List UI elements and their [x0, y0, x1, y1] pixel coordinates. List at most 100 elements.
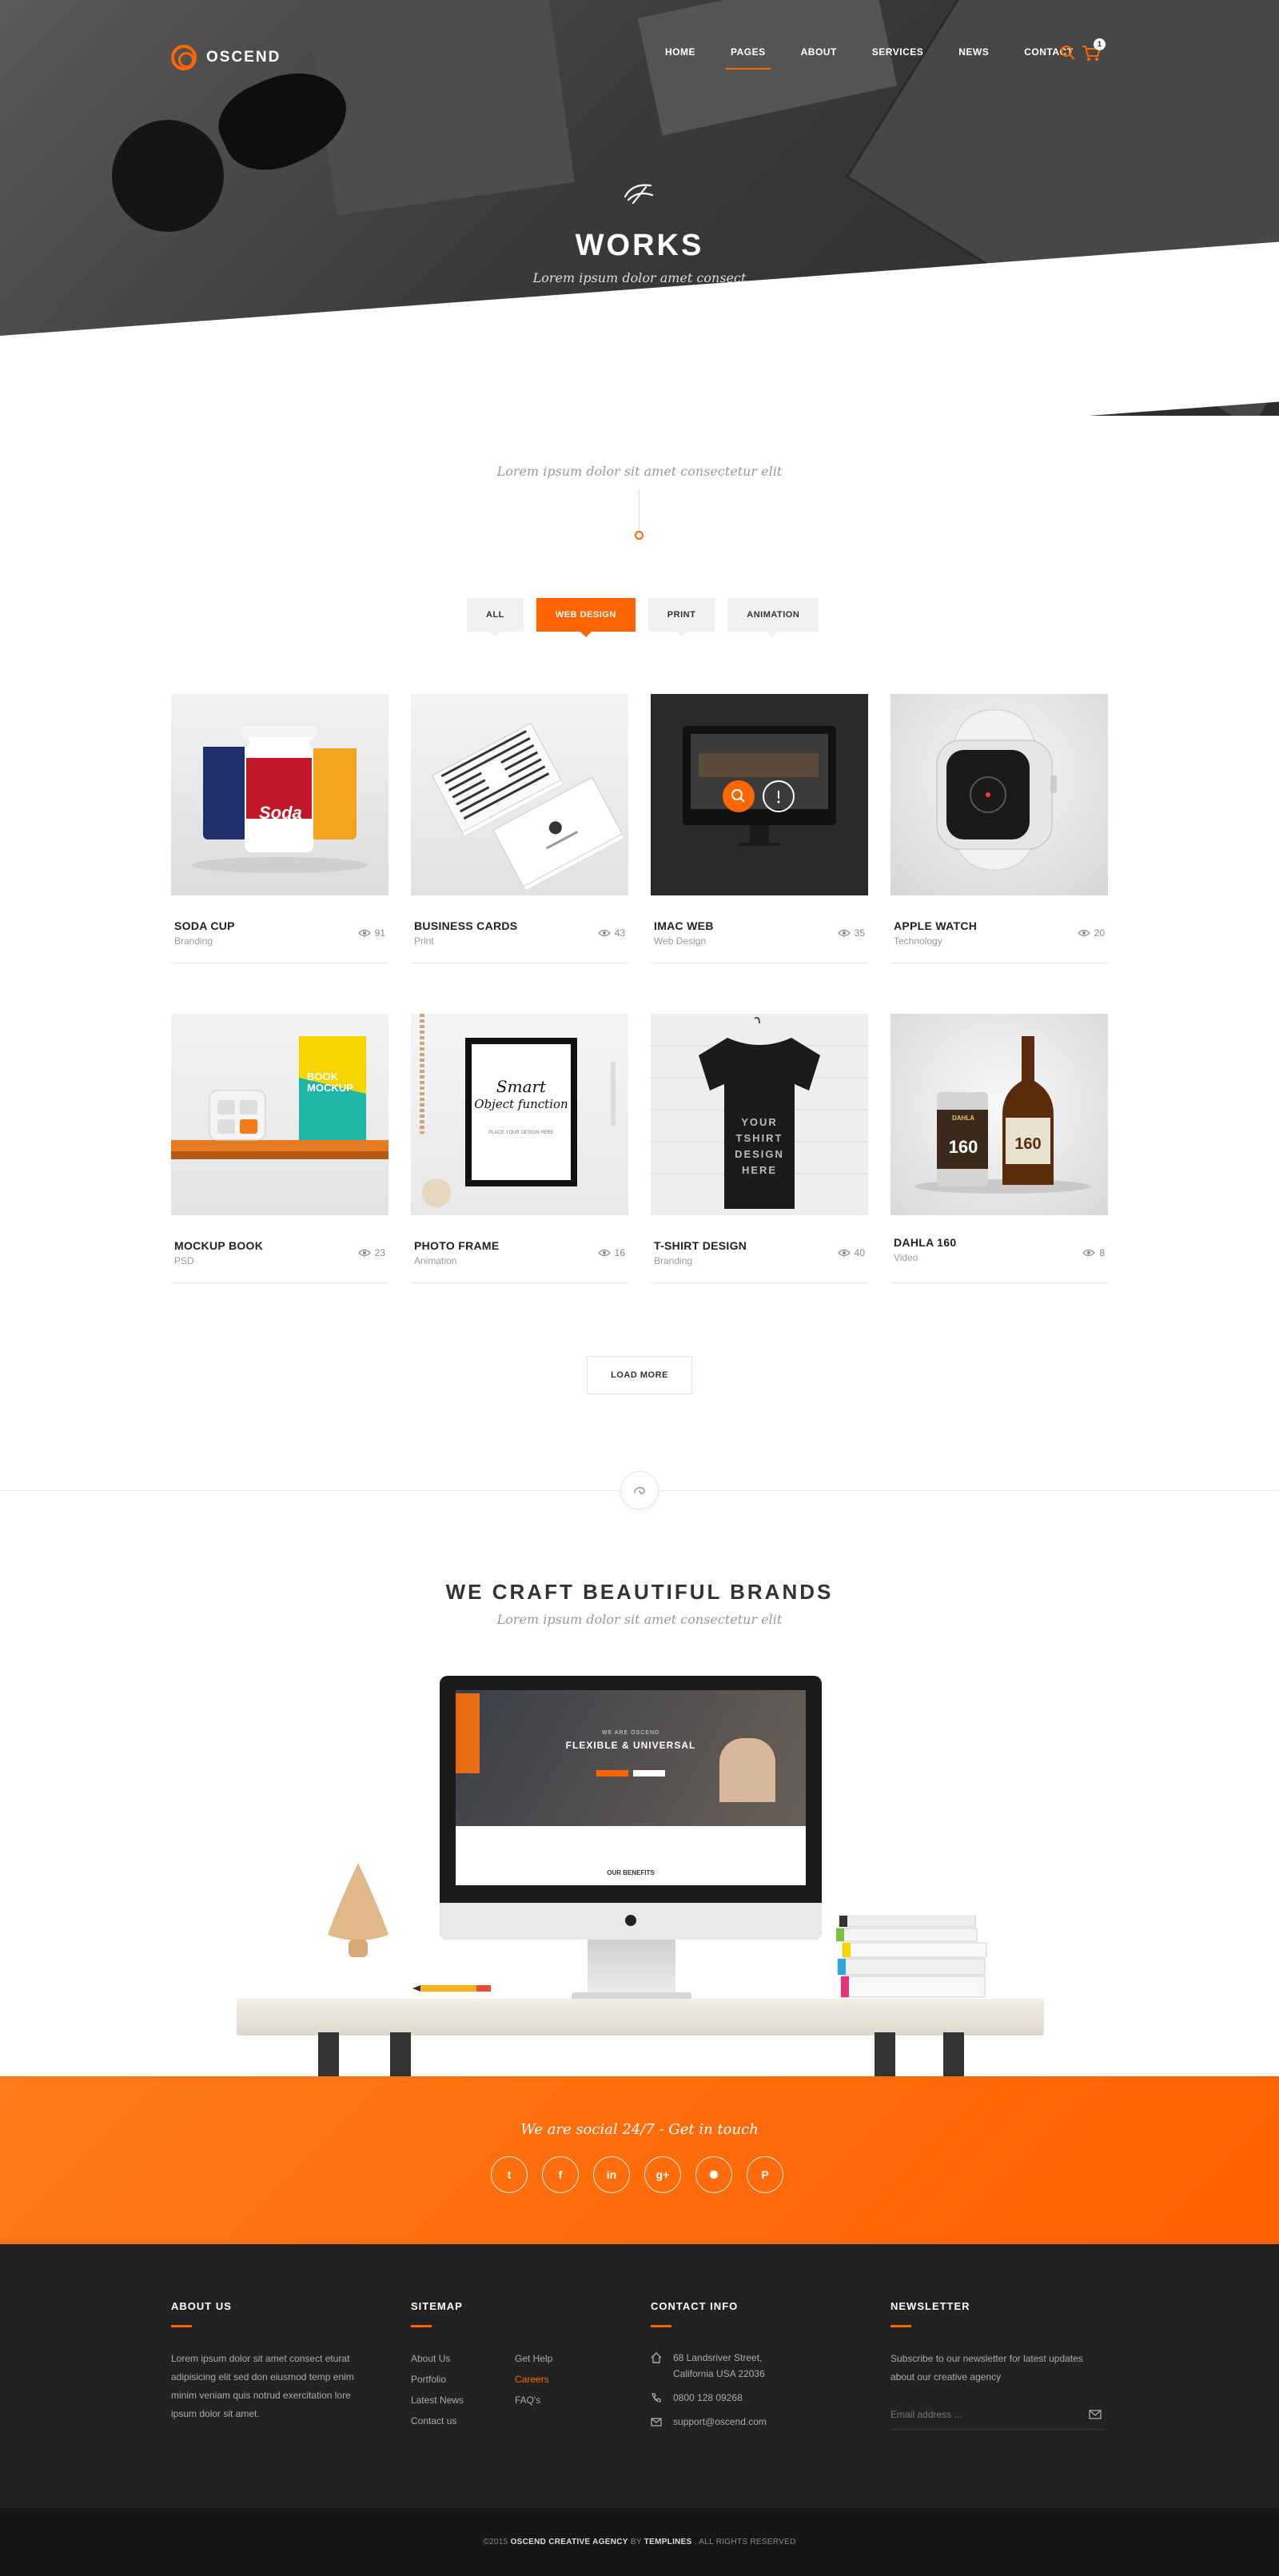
logo[interactable]: OSCEND: [171, 45, 281, 70]
contact-email-text[interactable]: support@oscend.com: [673, 2414, 767, 2430]
footer-link-portfolio[interactable]: Portfolio: [411, 2369, 515, 2390]
tshirt-text-line: DESIGN: [735, 1148, 784, 1160]
portfolio-item-apple-watch[interactable]: APPLE WATCH Technology 20: [891, 694, 1108, 963]
eye-icon: [357, 1249, 371, 1257]
views-counter: 16: [597, 1247, 625, 1258]
portfolio-item-title[interactable]: PHOTO FRAME: [414, 1239, 500, 1252]
portfolio-item-title[interactable]: APPLE WATCH: [894, 919, 977, 932]
portfolio-filters: ALL WEB DESIGN PRINT ANIMATION: [467, 598, 831, 637]
copyright-suffix: . ALL RIGHTS RESERVED: [691, 2538, 796, 2546]
views-counter: 20: [1077, 927, 1105, 939]
footer-link-careers[interactable]: Careers: [515, 2369, 611, 2390]
portfolio-item-dahla-160[interactable]: 160 DAHLA 160 DAHLA 160 Video 8: [891, 1014, 1108, 1283]
page-title: WORKS: [575, 229, 704, 262]
views-count: 16: [614, 1247, 625, 1258]
t-shirt-image[interactable]: YOUR TSHIRT DESIGN HERE: [651, 1014, 868, 1215]
portfolio-item-title[interactable]: T-SHIRT DESIGN: [654, 1239, 747, 1252]
portfolio-item-title[interactable]: BUSINESS CARDS: [414, 919, 517, 932]
dribbble-icon[interactable]: ✺: [695, 2156, 732, 2193]
portfolio-item-category: PSD: [174, 1255, 194, 1266]
copyright-agency[interactable]: OSCEND CREATIVE AGENCY: [511, 2538, 628, 2546]
footer-about: ABOUT US Lorem ipsum dolor sit amet cons…: [171, 2300, 371, 2423]
cart-count-badge: 1: [1094, 38, 1106, 50]
portfolio-item-title[interactable]: IMAC WEB: [654, 919, 714, 932]
eye-icon: [1082, 1249, 1096, 1257]
portfolio-item-title[interactable]: DAHLA 160: [894, 1236, 956, 1249]
views-counter: 35: [837, 927, 865, 939]
footer-heading: CONTACT INFO: [651, 2300, 739, 2312]
portfolio-item-category: Branding: [174, 935, 213, 947]
book-cover-text: BOOK MOCKUP: [307, 1071, 353, 1094]
eye-icon: [597, 1249, 611, 1257]
brush-icon: [624, 184, 654, 205]
footer-link-news[interactable]: Latest News: [411, 2390, 515, 2411]
views-count: 35: [854, 927, 865, 939]
portfolio-item-t-shirt-design[interactable]: YOUR TSHIRT DESIGN HERE T-SHIRT DESIGN B…: [651, 1014, 868, 1283]
portfolio-item-category: Web Design: [654, 935, 707, 947]
filter-web-design[interactable]: WEB DESIGN: [536, 598, 636, 637]
books-stack-decor: [836, 1916, 987, 1998]
footer-sitemap: SITEMAP About Us Portfolio Latest News C…: [411, 2300, 619, 2431]
nav-home[interactable]: HOME: [665, 46, 695, 58]
pinterest-icon[interactable]: P: [747, 2156, 783, 2193]
nav-services[interactable]: SERVICES: [872, 46, 923, 58]
portfolio-item-title[interactable]: MOCKUP BOOK: [174, 1239, 263, 1252]
imac-screen: WE ARE OSCEND FLEXIBLE & UNIVERSAL OUR B…: [456, 1690, 806, 1885]
filter-all[interactable]: ALL: [467, 598, 524, 637]
search-icon[interactable]: [1059, 44, 1077, 62]
dahla-160-image[interactable]: 160 DAHLA 160: [891, 1014, 1108, 1215]
copyright-author[interactable]: TEMPLINES: [644, 2538, 692, 2546]
photo-frame-image[interactable]: Smart Object function PLACE YOUR DESIGN …: [411, 1014, 628, 1215]
twitter-icon[interactable]: t: [491, 2156, 528, 2193]
imac-web-image[interactable]: [651, 694, 868, 895]
hero-angle-cut: [0, 241, 1279, 416]
views-count: 43: [614, 927, 625, 939]
bottle-label-number: 160: [1014, 1135, 1042, 1153]
facebook-icon[interactable]: f: [542, 2156, 579, 2193]
portfolio-item-category: Technology: [894, 935, 942, 947]
footer-link-about[interactable]: About Us: [411, 2348, 515, 2369]
contact-phone-text[interactable]: 0800 128 09268: [673, 2390, 743, 2406]
eye-icon: [597, 929, 611, 937]
load-more-button[interactable]: LOAD MORE: [587, 1356, 692, 1394]
portfolio-item-business-cards[interactable]: BUSINESS CARDS Print 43: [411, 694, 628, 963]
views-count: 20: [1094, 927, 1105, 939]
zoom-button[interactable]: [723, 780, 755, 812]
eye-icon: [837, 929, 851, 937]
wooden-tree-decor: [328, 1863, 388, 1957]
portfolio-item-title[interactable]: SODA CUP: [174, 919, 235, 932]
details-button[interactable]: [763, 780, 795, 812]
filter-print[interactable]: PRINT: [647, 598, 715, 637]
footer-heading-underline: [891, 2325, 911, 2327]
portfolio-item-imac-web[interactable]: IMAC WEB Web Design 35: [651, 694, 868, 963]
frame-script-line1: Smart: [496, 1077, 547, 1096]
copyright-bar: ©2015 OSCEND CREATIVE AGENCY BY TEMPLINE…: [0, 2508, 1279, 2576]
views-count: 8: [1099, 1247, 1105, 1258]
footer-link-contact[interactable]: Contact us: [411, 2411, 515, 2431]
google-plus-icon[interactable]: g+: [644, 2156, 681, 2193]
screen-button-primary: [596, 1770, 628, 1776]
intro-divider-dot: [635, 531, 643, 540]
portfolio-item-soda-cup[interactable]: Soda SODA CUP Branding 91: [171, 694, 388, 963]
portfolio-item-mockup-book[interactable]: BOOK MOCKUP MOCKUP BOOK PSD 23: [171, 1014, 388, 1283]
business-cards-image[interactable]: [411, 694, 628, 895]
soda-cup-image[interactable]: Soda: [171, 694, 388, 895]
site-header: OSCEND HOME PAGES ABOUT SERVICES NEWS CO…: [0, 0, 1279, 112]
filter-animation[interactable]: ANIMATION: [727, 598, 819, 637]
nav-about[interactable]: ABOUT: [801, 46, 837, 58]
linkedin-icon[interactable]: in: [593, 2156, 630, 2193]
newsletter-email-input[interactable]: [891, 2403, 1074, 2426]
footer-link-help[interactable]: Get Help: [515, 2348, 611, 2369]
brush-icon: [634, 1486, 645, 1494]
portfolio-item-photo-frame[interactable]: Smart Object function PLACE YOUR DESIGN …: [411, 1014, 628, 1283]
nav-news[interactable]: NEWS: [958, 46, 989, 58]
footer-newsletter: NEWSLETTER Subscribe to our newsletter f…: [891, 2300, 1108, 2430]
send-mail-icon[interactable]: [1089, 2409, 1102, 2420]
section-subtitle: Lorem ipsum dolor sit amet consectetur e…: [496, 1612, 783, 1627]
footer-link-faq[interactable]: FAQ's: [515, 2390, 611, 2411]
nav-pages[interactable]: PAGES: [726, 46, 771, 70]
social-band: We are social 24/7 - Get in touch t f in…: [0, 2076, 1279, 2244]
apple-watch-image[interactable]: [891, 694, 1108, 895]
mockup-book-image[interactable]: BOOK MOCKUP: [171, 1014, 388, 1215]
card-divider: [171, 1282, 388, 1283]
